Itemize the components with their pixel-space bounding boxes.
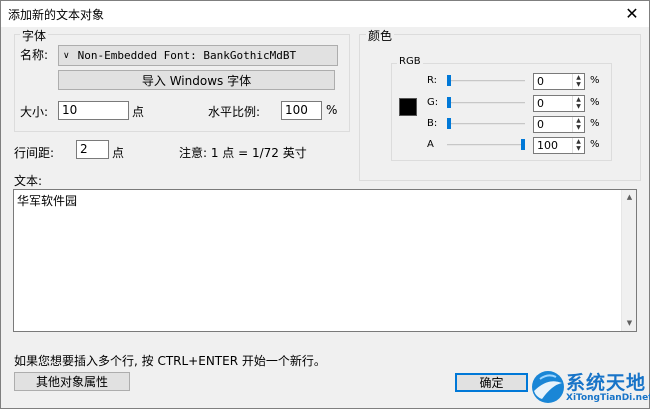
size-label: 大小: <box>20 105 49 119</box>
arrow-up-icon[interactable]: ▲ <box>622 190 637 205</box>
font-dropdown[interactable]: ∨ Non-Embedded Font: BankGothicMdBT <box>58 45 338 66</box>
font-dropdown-value: Non-Embedded Font: BankGothicMdBT <box>77 49 297 62</box>
multiline-hint: 如果您想要插入多个行, 按 CTRL+ENTER 开始一个新行。 <box>14 354 326 368</box>
ok-button[interactable]: 确定 <box>455 373 528 392</box>
size-input[interactable]: 10 <box>58 101 129 120</box>
channel-slider-thumb[interactable] <box>447 97 451 108</box>
channel-slider-thumb[interactable] <box>521 139 525 150</box>
spin-arrows-icon[interactable]: ▲ ▼ <box>572 117 584 132</box>
channel-unit: % <box>590 139 600 150</box>
channel-value: 0 <box>537 97 544 110</box>
font-group-legend: 字体 <box>20 27 49 44</box>
globe-logo-icon <box>532 371 564 403</box>
font-name-label: 名称: <box>20 48 49 62</box>
watermark-sub-text: XiTongTianDi.net <box>566 393 650 403</box>
ok-label: 确定 <box>479 376 504 390</box>
channel-slider-track[interactable] <box>447 80 525 82</box>
text-content: 华军软件园 <box>17 194 78 208</box>
line-spacing-unit: 点 <box>112 146 125 160</box>
text-label: 文本: <box>14 174 43 188</box>
line-spacing-label: 行间距: <box>14 146 55 160</box>
channel-slider-track[interactable] <box>447 123 525 125</box>
channel-label: G: <box>427 97 439 108</box>
channel-slider-thumb[interactable] <box>447 118 451 129</box>
title-bar: 添加新的文本对象 ✕ <box>1 1 649 27</box>
text-content-area[interactable]: 华军软件园 ▲ ▼ <box>13 189 637 332</box>
channel-unit: % <box>590 75 600 86</box>
channel-value-spinner[interactable]: 0 ▲ ▼ <box>533 95 585 112</box>
horizontal-scale-label: 水平比例: <box>208 105 261 119</box>
channel-slider-track[interactable] <box>447 144 525 146</box>
chevron-down-icon: ∨ <box>63 50 70 61</box>
point-note: 注意: 1 点 = 1/72 英寸 <box>179 146 307 160</box>
channel-value-spinner[interactable]: 0 ▲ ▼ <box>533 73 585 90</box>
channel-value: 100 <box>537 139 558 152</box>
color-group-legend: 颜色 <box>366 27 395 44</box>
rgb-group-legend: RGB <box>397 56 423 67</box>
spin-arrows-icon[interactable]: ▲ ▼ <box>572 96 584 111</box>
arrow-down-icon[interactable]: ▼ <box>622 316 637 331</box>
line-spacing-input[interactable]: 2 <box>76 140 109 159</box>
horizontal-scale-unit: % <box>326 103 338 117</box>
spin-arrows-icon[interactable]: ▲ ▼ <box>572 138 584 153</box>
channel-slider-thumb[interactable] <box>447 75 451 86</box>
channel-label: R: <box>427 75 438 86</box>
channel-value-spinner[interactable]: 0 ▲ ▼ <box>533 116 585 133</box>
watermark-logo: 系统天地 XiTongTianDi.net <box>528 366 650 409</box>
import-windows-font-label: 导入 Windows 字体 <box>141 73 252 88</box>
other-properties-label: 其他对象属性 <box>35 375 108 389</box>
spin-arrows-icon[interactable]: ▲ ▼ <box>572 74 584 89</box>
channel-unit: % <box>590 118 600 129</box>
channel-slider-track[interactable] <box>447 102 525 104</box>
channel-value: 0 <box>537 75 544 88</box>
window-title: 添加新的文本对象 <box>8 8 105 22</box>
size-unit: 点 <box>132 105 145 119</box>
vertical-scrollbar[interactable]: ▲ ▼ <box>621 190 636 331</box>
other-properties-button[interactable]: 其他对象属性 <box>14 372 130 391</box>
channel-value: 0 <box>537 118 544 131</box>
close-icon[interactable]: ✕ <box>623 5 641 23</box>
import-windows-font-button[interactable]: 导入 Windows 字体 <box>58 70 335 90</box>
channel-label: B: <box>427 118 438 129</box>
watermark-main-text: 系统天地 <box>566 372 647 394</box>
color-swatch[interactable] <box>399 98 417 116</box>
horizontal-scale-input[interactable]: 100 <box>281 101 322 120</box>
channel-unit: % <box>590 97 600 108</box>
channel-label: A <box>427 139 434 150</box>
channel-value-spinner[interactable]: 100 ▲ ▼ <box>533 137 585 154</box>
